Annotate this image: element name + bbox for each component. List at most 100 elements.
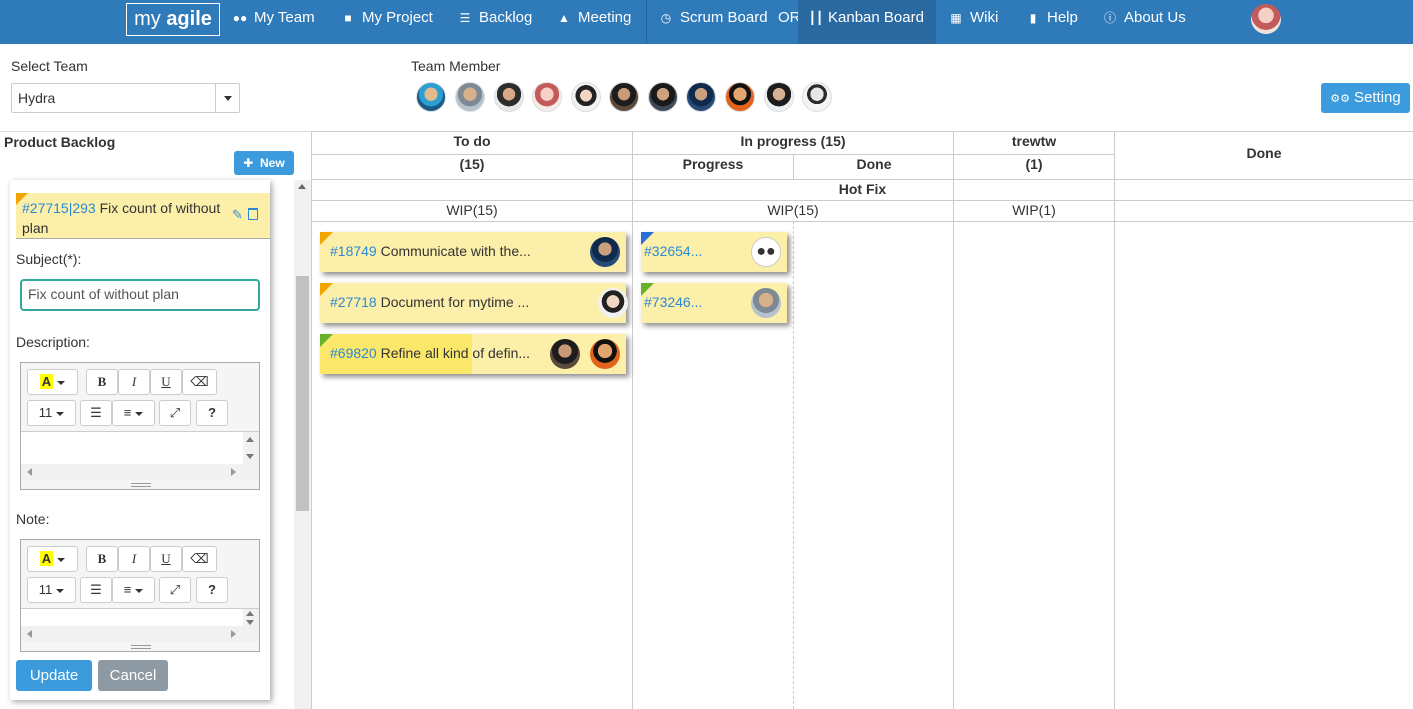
- trash-icon[interactable]: [248, 208, 258, 220]
- nav-help-label: Help: [1047, 9, 1078, 26]
- underline-button[interactable]: U: [150, 369, 182, 395]
- scroll-right-icon[interactable]: [231, 468, 236, 476]
- grid-line: [312, 131, 1413, 132]
- eraser-button[interactable]: ⌫: [182, 546, 217, 572]
- description-hscrollbar[interactable]: [21, 464, 259, 480]
- backlog-item-card[interactable]: #27715|293 Fix count of without plan ✎: [16, 193, 270, 239]
- nav-wiki[interactable]: ▦ Wiki: [948, 0, 998, 36]
- member-avatar[interactable]: [494, 82, 524, 112]
- card-id[interactable]: #18749: [330, 243, 377, 259]
- card-text: #32654...: [644, 243, 702, 259]
- card-id[interactable]: #32654...: [644, 243, 702, 259]
- plus-icon: ✚: [243, 156, 254, 170]
- bold-button[interactable]: B: [86, 546, 118, 572]
- note-textarea[interactable]: [21, 608, 259, 626]
- user-avatar[interactable]: [1251, 4, 1281, 34]
- scroll-left-icon[interactable]: [27, 630, 32, 638]
- nav-about-us[interactable]: ⓘ About Us: [1102, 0, 1186, 36]
- pencil-icon[interactable]: ✎: [232, 207, 243, 223]
- help-button[interactable]: ?: [196, 400, 228, 426]
- font-size-button[interactable]: 11: [27, 577, 76, 603]
- underline-button[interactable]: U: [150, 546, 182, 572]
- setting-button[interactable]: ⚙⚙ Setting: [1321, 83, 1410, 113]
- member-avatar[interactable]: [725, 82, 755, 112]
- card-id[interactable]: #73246...: [644, 294, 702, 310]
- fullscreen-button[interactable]: ⤢: [159, 400, 191, 426]
- member-avatar[interactable]: [532, 82, 562, 112]
- eraser-button[interactable]: ⌫: [182, 369, 217, 395]
- group-icon[interactable]: ●●: [751, 237, 781, 267]
- member-avatar[interactable]: [686, 82, 716, 112]
- sitemap-icon: ▲: [558, 11, 570, 25]
- ordered-list-button[interactable]: ☰: [80, 577, 112, 603]
- assignee-avatar[interactable]: [590, 237, 620, 267]
- assignee-avatar[interactable]: [751, 288, 781, 318]
- font-size-button[interactable]: 11: [27, 400, 76, 426]
- scroll-down-icon[interactable]: [246, 620, 254, 625]
- setting-button-label: Setting: [1354, 89, 1401, 106]
- text-color-button[interactable]: A: [27, 546, 78, 572]
- new-backlog-item-button[interactable]: ✚ New: [234, 151, 294, 175]
- backlog-item-id[interactable]: #27715|293: [22, 200, 96, 216]
- note-scrollbar[interactable]: [243, 609, 259, 626]
- member-avatar[interactable]: [571, 82, 601, 112]
- scroll-left-icon[interactable]: [27, 468, 32, 476]
- font-size-value: 11: [38, 405, 53, 420]
- member-avatar[interactable]: [802, 82, 832, 112]
- kanban-card[interactable]: #18749 Communicate with the...: [320, 232, 626, 272]
- resize-grip-icon[interactable]: [131, 645, 151, 649]
- assignee-avatar[interactable]: [590, 339, 620, 369]
- assignee-avatar[interactable]: [550, 339, 580, 369]
- nav-meeting[interactable]: ▲ Meeting: [556, 0, 631, 36]
- member-avatar[interactable]: [455, 82, 485, 112]
- member-avatar[interactable]: [764, 82, 794, 112]
- scroll-right-icon[interactable]: [231, 630, 236, 638]
- align-icon: ≡: [123, 405, 132, 420]
- kanban-card[interactable]: #32654... ●●: [641, 232, 787, 272]
- scroll-up-arrow-icon[interactable]: [298, 184, 306, 189]
- ordered-list-button[interactable]: ☰: [80, 400, 112, 426]
- subject-input[interactable]: Fix count of without plan: [20, 279, 260, 311]
- update-button[interactable]: Update: [16, 660, 92, 691]
- note-hscrollbar[interactable]: [21, 626, 259, 642]
- description-scrollbar[interactable]: [243, 432, 259, 464]
- resize-grip-icon[interactable]: [131, 483, 151, 487]
- card-text: #27718 Document for mytime ...: [330, 294, 529, 310]
- nav-backlog[interactable]: ☰ Backlog: [457, 0, 533, 36]
- card-id[interactable]: #69820: [330, 345, 377, 361]
- scroll-up-icon[interactable]: [246, 437, 254, 442]
- member-avatar[interactable]: [609, 82, 639, 112]
- italic-button[interactable]: I: [118, 546, 150, 572]
- backlog-scroll-thumb[interactable]: [296, 276, 309, 511]
- text-color-button[interactable]: A: [27, 369, 78, 395]
- kanban-card[interactable]: #27718 Document for mytime ...: [320, 283, 628, 323]
- kanban-card[interactable]: #73246...: [641, 283, 787, 323]
- card-text: #73246...: [644, 294, 702, 310]
- nav-my-team[interactable]: ●● My Team: [232, 0, 315, 36]
- scroll-down-icon[interactable]: [246, 454, 254, 459]
- align-button[interactable]: ≡: [112, 577, 155, 603]
- scroll-up-icon[interactable]: [246, 611, 254, 616]
- app-logo[interactable]: my agile: [126, 3, 220, 36]
- italic-button[interactable]: I: [118, 369, 150, 395]
- team-select[interactable]: Hydra: [11, 83, 240, 113]
- assignee-avatar[interactable]: [598, 288, 628, 318]
- bold-button[interactable]: B: [86, 369, 118, 395]
- member-avatar[interactable]: [648, 82, 678, 112]
- nav-kanban-board[interactable]: ┃┃ Kanban Board: [798, 0, 936, 44]
- member-avatar[interactable]: [416, 82, 446, 112]
- cancel-button[interactable]: Cancel: [98, 660, 168, 691]
- kanban-card[interactable]: #69820 Refine all kind of defin...: [320, 334, 626, 374]
- description-textarea[interactable]: [21, 431, 259, 464]
- new-button-label: New: [260, 156, 285, 170]
- help-button[interactable]: ?: [196, 577, 228, 603]
- align-button[interactable]: ≡: [112, 400, 155, 426]
- col-todo-count: (15): [459, 156, 485, 172]
- nav-help[interactable]: ▮ Help: [1025, 0, 1078, 36]
- col-inprogress-title: In progress (15): [740, 133, 846, 149]
- fullscreen-button[interactable]: ⤢: [159, 577, 191, 603]
- nav-my-project[interactable]: ■ My Project: [340, 0, 432, 36]
- nav-scrum-board[interactable]: ◷ Scrum Board: [658, 0, 768, 36]
- card-id[interactable]: #27718: [330, 294, 377, 310]
- folder-icon: ■: [344, 11, 352, 25]
